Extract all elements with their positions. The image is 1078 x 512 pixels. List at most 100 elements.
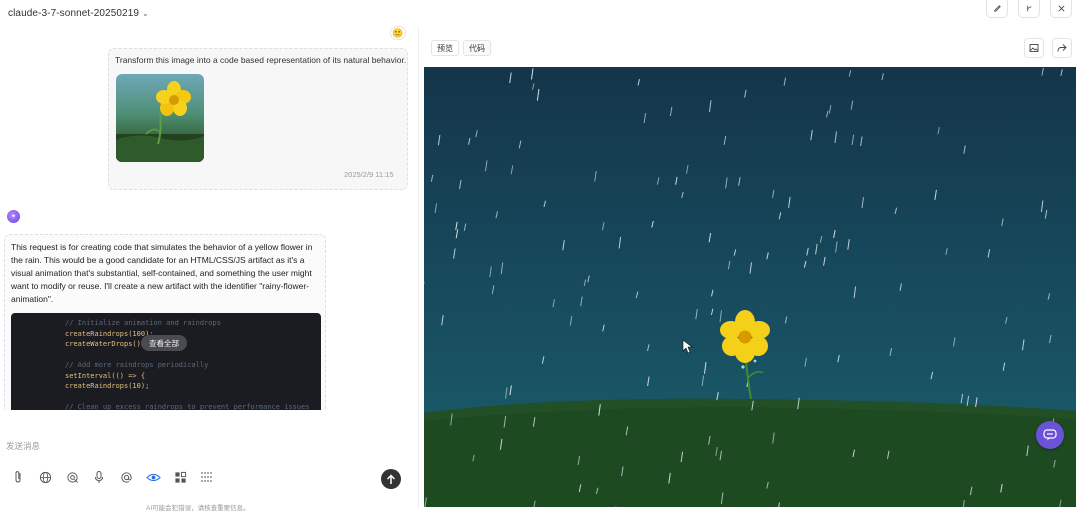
raindrop <box>851 101 853 110</box>
raindrop <box>745 90 747 98</box>
raindrop <box>827 111 829 118</box>
model-selector[interactable]: claude-3-7-sonnet-20250219 <box>8 8 139 19</box>
code-line: // Add more raindrops periodically <box>65 361 208 369</box>
raindrop <box>767 253 769 260</box>
chat-icon[interactable] <box>1036 421 1064 449</box>
raindrop <box>852 135 854 145</box>
raindrop <box>563 240 565 250</box>
raindrop <box>1061 69 1063 76</box>
raindrop <box>496 211 498 218</box>
raindrop <box>1050 335 1052 343</box>
code-line: createWaterDrops(); <box>65 340 145 348</box>
message-input[interactable]: 发送消息 <box>6 440 40 452</box>
raindrop <box>469 138 471 145</box>
raindrop <box>954 337 956 346</box>
flower <box>720 310 770 399</box>
view-all-button[interactable]: 查看全部 <box>141 335 187 351</box>
raindrop <box>533 84 535 90</box>
mic-icon[interactable] <box>91 469 107 485</box>
chevron-down-icon[interactable]: ⌄ <box>142 9 149 18</box>
grid-icon[interactable] <box>172 469 188 485</box>
reaction-badge[interactable]: 🙂 <box>390 26 406 40</box>
tab-preview[interactable]: 预览 <box>431 40 459 56</box>
raindrop <box>657 177 659 184</box>
code-line: // Initialize animation and raindrops <box>65 319 221 327</box>
raindrop <box>652 221 654 228</box>
send-button[interactable] <box>381 469 401 489</box>
globe-icon[interactable] <box>37 469 53 485</box>
user-message: Transform this image into a code based r… <box>108 48 408 190</box>
preview-tabs: 预览 代码 <box>431 40 491 56</box>
share-icon[interactable] <box>1052 38 1072 58</box>
raindrop <box>687 165 689 173</box>
raindrop <box>519 141 521 149</box>
raindrop <box>492 285 494 294</box>
expand-icon[interactable] <box>1050 0 1072 18</box>
raindrop <box>511 166 513 175</box>
preview-actions <box>1024 38 1072 58</box>
raindrop <box>834 230 836 238</box>
at-icon[interactable] <box>118 469 134 485</box>
flower-center <box>739 331 752 344</box>
mouse-cursor <box>683 340 692 353</box>
raindrop <box>438 135 440 145</box>
raindrop <box>967 396 969 406</box>
raindrop <box>544 201 546 207</box>
raindrop <box>595 171 597 182</box>
raindrop <box>490 267 492 278</box>
raindrop <box>676 177 678 185</box>
raindrop <box>553 299 555 307</box>
raindrop <box>961 394 963 403</box>
raindrop <box>734 250 736 256</box>
assistant-message: This request is for creating code that s… <box>4 234 326 432</box>
raindrop <box>711 309 713 315</box>
raindrop <box>739 177 741 185</box>
chat-panel: 🙂 Transform this image into a code based… <box>0 26 418 508</box>
raindrop <box>581 297 583 307</box>
raindrop <box>456 229 458 238</box>
raindrop <box>1006 317 1008 324</box>
raindrop <box>773 190 775 198</box>
image-icon[interactable] <box>1024 38 1044 58</box>
target-icon[interactable] <box>64 469 80 485</box>
flower-leaf <box>749 372 763 377</box>
edit-icon[interactable] <box>986 0 1008 18</box>
lines-icon[interactable] <box>199 469 215 485</box>
code-line: setInterval(() => { <box>65 372 145 380</box>
raindrop <box>1045 210 1047 219</box>
assistant-message-text: This request is for creating code that s… <box>11 241 323 306</box>
raindrop <box>816 244 818 255</box>
message-timestamp: 2025/2/9 11:15 <box>344 170 394 179</box>
raindrop <box>728 261 730 269</box>
raindrop <box>820 236 822 243</box>
raindrop <box>431 175 433 182</box>
paperclip-icon[interactable] <box>10 469 26 485</box>
ground-hill <box>424 399 1076 507</box>
raindrop <box>648 377 650 386</box>
raindrop <box>435 203 437 213</box>
raindrop <box>824 257 826 266</box>
raindrop <box>964 146 966 154</box>
raindrop <box>670 107 672 116</box>
raindrop <box>510 386 512 396</box>
raindrop <box>454 248 456 258</box>
raindrop <box>486 160 488 171</box>
raindrop <box>532 68 534 79</box>
attached-image[interactable] <box>116 74 204 162</box>
eye-icon[interactable] <box>145 469 161 485</box>
disclaimer-text: AI可能会犯错误，请核查重要信息。 <box>146 502 250 512</box>
rain-scene <box>424 67 1076 507</box>
tab-code[interactable]: 代码 <box>463 40 491 56</box>
raindrop <box>456 222 458 230</box>
raindrop <box>648 344 650 351</box>
raindrop <box>726 178 728 189</box>
composer-toolbar <box>10 469 215 485</box>
raindrop <box>785 317 787 324</box>
raindrop <box>1023 340 1025 351</box>
raindrop <box>849 70 851 76</box>
branch-icon[interactable] <box>1018 0 1040 18</box>
top-actions <box>986 0 1072 18</box>
raindrop <box>835 131 837 143</box>
animation-canvas[interactable] <box>424 67 1076 507</box>
raindrop <box>829 105 831 113</box>
